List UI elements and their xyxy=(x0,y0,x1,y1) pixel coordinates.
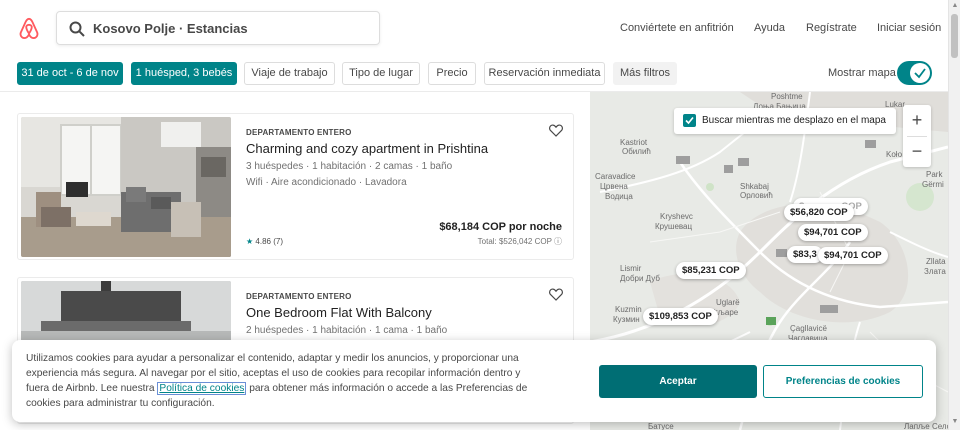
page-scrollbar[interactable]: ▲ ▼ xyxy=(948,0,960,430)
map-label: Koło xyxy=(886,150,903,159)
map-label: Park xyxy=(926,170,943,179)
price-pin[interactable]: $85,231 COP xyxy=(676,262,746,279)
filter-price[interactable]: Precio xyxy=(428,62,476,85)
toggle-knob xyxy=(910,63,930,83)
map-label: Лапље Село xyxy=(904,422,948,430)
map-label: Kuzmin xyxy=(615,305,642,314)
check-icon xyxy=(685,116,694,125)
nav-login[interactable]: Iniciar sesión xyxy=(877,22,941,34)
accept-button[interactable]: Aceptar xyxy=(599,365,757,398)
listing-info: 3 huéspedes · 1 habitación · 2 camas · 1… xyxy=(246,161,453,172)
header: Kosovo Polje · Estancias Conviértete en … xyxy=(0,0,948,56)
price-pin[interactable]: $56,820 COP xyxy=(784,204,854,221)
listing-total: Total: $526,042 COP ⓘ xyxy=(478,236,562,247)
search-bar[interactable]: Kosovo Polje · Estancias xyxy=(56,11,380,45)
map-label: Добри Дуб xyxy=(620,274,660,283)
filter-more[interactable]: Más filtros xyxy=(613,62,677,85)
airbnb-logo-icon[interactable] xyxy=(18,16,40,40)
nav-help[interactable]: Ayuda xyxy=(754,22,785,34)
scroll-up-icon[interactable]: ▲ xyxy=(951,2,959,9)
cookie-preferences-button[interactable]: Preferencias de cookies xyxy=(763,365,923,398)
listing-type: DEPARTAMENTO ENTERO xyxy=(246,292,352,301)
listing-photo[interactable] xyxy=(21,117,231,257)
map-label: Uglarë xyxy=(716,298,740,307)
checkbox[interactable] xyxy=(683,114,696,127)
review-count: (7) xyxy=(273,237,283,246)
listing-price: $68,184 COP por noche xyxy=(439,221,562,233)
map-label: Орловић xyxy=(740,191,773,200)
price-pin[interactable]: $94,701 COP xyxy=(818,247,888,264)
cookie-policy-link[interactable]: Política de cookies xyxy=(157,382,247,395)
filter-dates[interactable]: 31 de oct - 6 de nov xyxy=(17,62,123,85)
star-icon: ★ xyxy=(246,237,254,246)
heart-icon[interactable] xyxy=(549,124,563,137)
listing-title[interactable]: One Bedroom Flat With Balcony xyxy=(246,305,432,320)
rating-value: 4.86 xyxy=(255,237,271,246)
map-label: Lismir xyxy=(620,264,642,273)
zoom-in-button[interactable]: + xyxy=(903,105,931,136)
map-label: Црвена xyxy=(600,182,628,191)
map-label: Çagllavicë xyxy=(790,324,827,333)
map-label: Батусе xyxy=(648,422,674,430)
filter-bar: 31 de oct - 6 de nov 1 huésped, 3 bebés … xyxy=(0,56,948,92)
listing-rating: ★ 4.86 (7) xyxy=(246,237,283,246)
filter-place-type[interactable]: Tipo de lugar xyxy=(342,62,420,85)
map-label: Кузмин xyxy=(613,315,640,324)
map-label: Крушевац xyxy=(655,222,693,231)
map-label: Kryshevc xyxy=(660,212,693,221)
map-label: Водица xyxy=(605,192,633,201)
zoom-out-button[interactable]: − xyxy=(903,136,931,167)
filter-work-trip[interactable]: Viaje de trabajo xyxy=(244,62,335,85)
show-map-label: Mostrar mapa xyxy=(828,67,896,79)
cookie-banner: Utilizamos cookies para ayudar a persona… xyxy=(12,340,936,422)
scroll-down-icon[interactable]: ▼ xyxy=(951,418,959,425)
listing-type: DEPARTAMENTO ENTERO xyxy=(246,128,352,137)
nav-host[interactable]: Conviértete en anfitrión xyxy=(620,22,734,34)
nav-signup[interactable]: Regístrate xyxy=(806,22,857,34)
map-label: Poshtme xyxy=(771,92,803,101)
search-text: Kosovo Polje · Estancias xyxy=(93,21,248,36)
map-label: Zllata xyxy=(926,257,946,266)
info-icon[interactable]: ⓘ xyxy=(554,237,562,246)
listing-title[interactable]: Charming and cozy apartment in Prishtina xyxy=(246,141,488,156)
cookie-text: Utilizamos cookies para ayudar a persona… xyxy=(26,351,546,411)
show-map-toggle[interactable] xyxy=(897,61,932,85)
listing-info: 2 huéspedes · 1 habitación · 1 cama · 1 … xyxy=(246,325,448,336)
filter-guests[interactable]: 1 huésped, 3 bebés xyxy=(131,62,237,85)
map-label: Caravadice xyxy=(595,172,636,181)
map-label: Kastriot xyxy=(620,138,648,147)
heart-icon[interactable] xyxy=(549,288,563,301)
map-label: Злата xyxy=(924,267,946,276)
price-pin[interactable]: $109,853 COP xyxy=(643,308,718,325)
check-icon xyxy=(914,68,926,79)
price-pin[interactable]: $94,701 COP xyxy=(798,224,868,241)
search-as-move-label: Buscar mientras me desplazo en el mapa xyxy=(702,115,886,126)
search-icon xyxy=(69,21,85,37)
map-label: Shkabaj xyxy=(740,182,769,191)
filter-instant-book[interactable]: Reservación inmediata xyxy=(484,62,605,85)
listing-card[interactable]: DEPARTAMENTO ENTERO Charming and cozy ap… xyxy=(17,113,574,260)
listing-amenities: Wifi · Aire acondicionado · Lavadora xyxy=(246,177,407,188)
map-label: Обилић xyxy=(622,147,651,156)
zoom-control: + − xyxy=(903,105,931,167)
search-as-move-toggle[interactable]: Buscar mientras me desplazo en el mapa xyxy=(674,108,896,134)
map-label: Gërmi xyxy=(922,180,944,189)
scrollbar-thumb[interactable] xyxy=(951,14,958,58)
total-text: Total: $526,042 COP xyxy=(477,237,552,246)
